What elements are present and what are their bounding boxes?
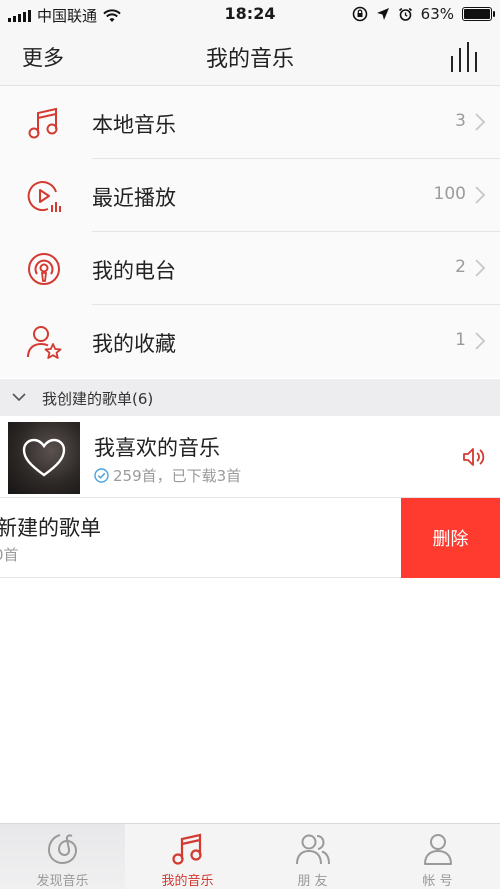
nav-bar: 更多 我的音乐 xyxy=(0,28,500,86)
battery-icon xyxy=(462,7,495,21)
now-playing-equalizer-icon[interactable] xyxy=(450,42,482,72)
music-note-icon xyxy=(171,833,202,865)
menu-item-count: 1 xyxy=(455,330,466,350)
tab-my-music[interactable]: 我的音乐 xyxy=(125,824,250,889)
friends-icon xyxy=(295,834,330,865)
speaker-icon[interactable] xyxy=(462,446,486,468)
playlist-subtitle: 259首，已下载3首 xyxy=(113,467,242,485)
chevron-right-icon xyxy=(475,113,486,131)
menu-item-my-favorites[interactable]: 我的收藏 1 xyxy=(0,305,500,378)
tab-account[interactable]: 帐 号 xyxy=(375,824,500,889)
battery-percent: 63% xyxy=(420,5,454,23)
chevron-right-icon xyxy=(475,186,486,204)
radio-icon xyxy=(28,253,60,285)
playlist-title: 新建的歌单 xyxy=(0,516,101,540)
menu-item-label: 我的电台 xyxy=(92,259,176,283)
tab-label: 我的音乐 xyxy=(161,874,214,889)
playlist-row-liked-music[interactable]: 我喜欢的音乐 259首，已下载3首 xyxy=(0,418,500,498)
music-note-icon xyxy=(28,107,58,139)
tab-discover-music[interactable]: 发现音乐 xyxy=(0,824,125,889)
playlist-row-new-playlist[interactable]: 新建的歌单 0首 删除 xyxy=(0,498,500,578)
menu-item-count: 2 xyxy=(455,257,466,277)
user-star-icon xyxy=(27,326,62,359)
tab-label: 帐 号 xyxy=(422,874,453,889)
recent-play-icon xyxy=(27,181,61,212)
downloaded-check-icon xyxy=(94,468,109,483)
chevron-down-icon xyxy=(12,393,26,402)
discover-music-icon xyxy=(47,834,77,865)
status-bar: 中国联通 18:24 63% xyxy=(0,0,500,28)
menu-item-label: 我的收藏 xyxy=(92,332,176,356)
alarm-icon xyxy=(398,7,412,21)
menu-item-local-music[interactable]: 本地音乐 3 xyxy=(0,86,500,159)
menu-list: 本地音乐 3 最近播放 100 我的电台 2 我的收藏 1 xyxy=(0,86,500,378)
account-icon xyxy=(423,834,452,865)
menu-item-label: 最近播放 xyxy=(92,186,176,210)
page-title: 我的音乐 xyxy=(205,47,294,72)
playlist-title: 我喜欢的音乐 xyxy=(94,436,220,460)
tab-label: 朋 友 xyxy=(297,874,328,889)
rotation-lock-icon xyxy=(352,6,367,22)
menu-item-my-radio[interactable]: 我的电台 2 xyxy=(0,232,500,305)
created-playlists-header[interactable]: 我创建的歌单(6) xyxy=(0,379,500,416)
heart-icon xyxy=(22,438,66,477)
chevron-right-icon xyxy=(475,259,486,277)
section-title: 我创建的歌单(6) xyxy=(42,390,154,408)
delete-button[interactable]: 删除 xyxy=(401,498,500,578)
menu-item-label: 本地音乐 xyxy=(92,113,176,137)
menu-item-recent-play[interactable]: 最近播放 100 xyxy=(0,159,500,232)
chevron-right-icon xyxy=(475,332,486,350)
menu-item-count: 3 xyxy=(455,111,466,131)
playlist-cover xyxy=(8,422,80,494)
tab-friends[interactable]: 朋 友 xyxy=(250,824,375,889)
playlist-subtitle: 0首 xyxy=(0,546,19,564)
tab-label: 发现音乐 xyxy=(36,874,89,889)
location-icon xyxy=(376,8,389,20)
tab-bar: 发现音乐 我的音乐 朋 友 帐 号 xyxy=(0,823,500,889)
menu-item-count: 100 xyxy=(433,184,466,204)
